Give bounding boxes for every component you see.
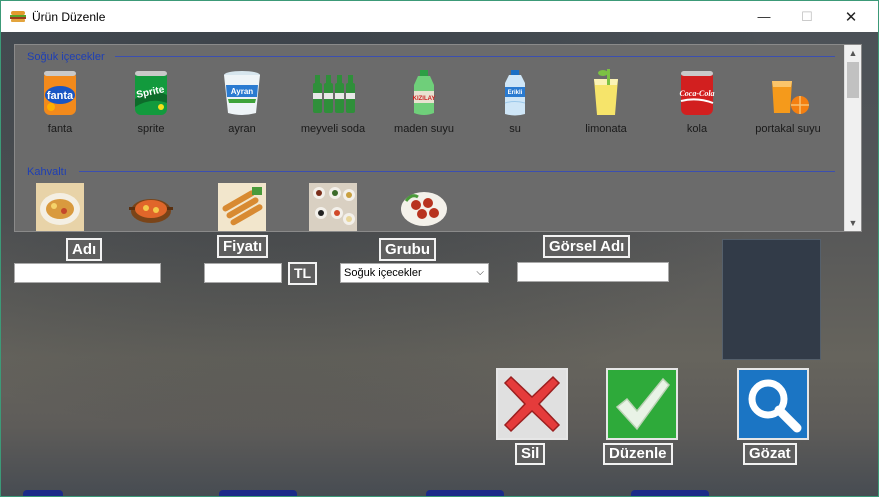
name-input[interactable] — [14, 263, 161, 283]
group-header-kahvalti: Kahvaltı — [27, 166, 67, 178]
product-label: su — [509, 123, 521, 135]
product-label: limonata — [585, 123, 627, 135]
scroll-down-icon[interactable]: ▼ — [845, 215, 861, 231]
price-label: Fiyatı — [217, 235, 269, 258]
product-label: kola — [686, 123, 708, 135]
scroll-up-icon[interactable]: ▲ — [845, 45, 861, 61]
sigara-boregi-icon — [218, 183, 266, 231]
group-select-value: Soğuk içecekler — [344, 267, 422, 279]
close-button[interactable]: ✕ — [828, 1, 874, 32]
product-item-sucuk-plate[interactable] — [379, 183, 469, 231]
product-item-ayran[interactable]: Ayran ayran — [197, 69, 287, 135]
edit-label[interactable]: Düzenle — [603, 443, 673, 465]
product-label: ayran — [228, 123, 256, 135]
mineral-water-bottle-icon: KIZILAY — [400, 69, 448, 117]
background-decoration — [631, 490, 709, 496]
product-item-maden-suyu[interactable]: KIZILAY maden suyu — [379, 69, 469, 135]
fanta-can-icon: fanta — [36, 69, 84, 117]
product-item-limonata[interactable]: limonata — [561, 69, 651, 135]
menemen-pan-icon — [127, 183, 175, 231]
image-preview — [722, 239, 821, 360]
svg-text:Erikli: Erikli — [508, 90, 523, 96]
currency-label: TL — [288, 262, 318, 285]
product-label: maden suyu — [394, 123, 454, 135]
delete-button[interactable] — [496, 368, 568, 440]
svg-text:Coca-Cola: Coca-Cola — [679, 89, 714, 98]
product-item-sprite[interactable]: Sprite sprite — [106, 69, 196, 135]
chevron-down-icon: ⌵ — [476, 267, 484, 278]
product-item-menemen[interactable] — [106, 183, 196, 231]
group-select[interactable]: Soğuk içecekler ⌵ — [340, 263, 489, 283]
fruit-soda-bottles-icon — [309, 69, 357, 117]
delete-x-icon — [503, 375, 561, 433]
product-item-portakal-suyu[interactable]: portakal suyu — [743, 69, 833, 135]
ayran-cup-icon: Ayran — [218, 69, 266, 117]
sucuk-plate-icon — [400, 183, 448, 231]
product-label: sprite — [137, 123, 165, 135]
background-decoration — [23, 490, 63, 496]
lemonade-glass-icon — [582, 69, 630, 117]
product-label: portakal suyu — [755, 123, 821, 135]
burger-app-icon — [10, 11, 26, 22]
edit-button[interactable] — [606, 368, 678, 440]
image-name-input[interactable] — [517, 262, 669, 282]
breakfast-plate-icon — [36, 183, 84, 231]
background-decoration — [426, 490, 504, 496]
water-bottle-icon: Erikli — [491, 69, 539, 117]
vertical-scrollbar[interactable]: ▲ ▼ — [844, 45, 861, 231]
product-item-sigara-boregi[interactable] — [197, 183, 287, 231]
window-title: Ürün Düzenle — [32, 10, 106, 24]
price-input[interactable] — [204, 263, 282, 283]
group-divider — [115, 56, 835, 57]
group-label: Grubu — [379, 238, 436, 261]
product-list-panel[interactable]: Soğuk içecekler fanta fanta Sprite sprit… — [14, 44, 862, 232]
svg-text:KIZILAY: KIZILAY — [413, 96, 436, 102]
magnifier-icon — [748, 379, 802, 433]
image-name-label: Görsel Adı — [543, 235, 631, 258]
product-item-meyveli-soda[interactable]: meyveli soda — [288, 69, 378, 135]
name-label: Adı — [66, 238, 103, 261]
group-header-soguk-icecekler: Soğuk içecekler — [27, 51, 105, 63]
orange-juice-icon — [764, 69, 812, 117]
product-label: fanta — [47, 123, 73, 135]
browse-button[interactable] — [737, 368, 809, 440]
product-item-breakfast-plate[interactable] — [15, 183, 105, 231]
checkmark-icon — [615, 377, 670, 431]
group-divider — [79, 171, 835, 172]
browse-label[interactable]: Gözat — [743, 443, 797, 465]
sprite-can-icon: Sprite — [127, 69, 175, 117]
background-decoration — [219, 490, 297, 496]
svg-text:fanta: fanta — [47, 90, 74, 102]
product-item-fanta[interactable]: fanta fanta — [15, 69, 105, 135]
delete-label[interactable]: Sil — [515, 443, 546, 465]
cola-can-icon: Coca-Cola — [673, 69, 721, 117]
scroll-thumb[interactable] — [847, 62, 859, 98]
minimize-button[interactable]: — — [741, 1, 787, 32]
svg-text:Ayran: Ayran — [231, 87, 253, 96]
title-bar: Ürün Düzenle — ☐ ✕ — [0, 0, 879, 32]
breakfast-spread-icon — [309, 183, 357, 231]
product-item-breakfast-spread[interactable] — [288, 183, 378, 231]
maximize-button[interactable]: ☐ — [784, 1, 830, 32]
product-item-kola[interactable]: Coca-Cola kola — [652, 69, 742, 135]
product-item-su[interactable]: Erikli su — [470, 69, 560, 135]
product-label: meyveli soda — [300, 123, 366, 135]
